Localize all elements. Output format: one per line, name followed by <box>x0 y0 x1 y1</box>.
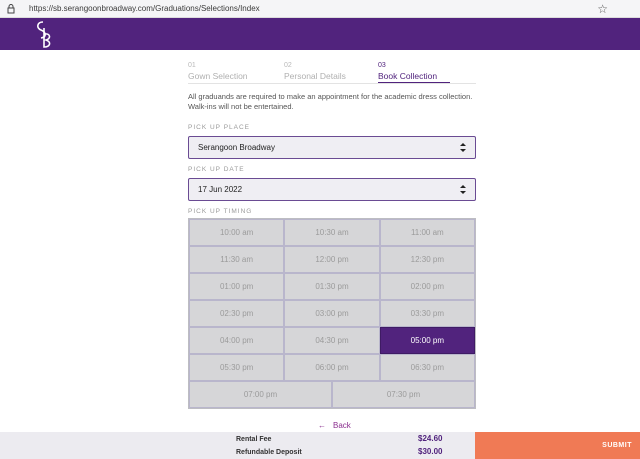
step-book-collection[interactable]: 03 Book Collection <box>378 62 450 84</box>
time-slot-0630pm[interactable]: 06:30 pm <box>379 354 475 381</box>
arrow-left-icon: ← <box>318 421 326 430</box>
pickup-place-label: PICK UP PLACE <box>188 124 251 131</box>
time-slot-1030am[interactable]: 10:30 am <box>284 219 380 246</box>
time-slot-1100am[interactable]: 11:00 am <box>379 219 475 246</box>
back-label: Back <box>333 421 351 430</box>
rental-fee-label: Rental Fee <box>236 436 272 443</box>
url-field[interactable]: https://sb.serangoonbroadway.com/Graduat… <box>29 4 260 13</box>
pickup-place-select[interactable]: Serangoon Broadway <box>188 136 476 159</box>
bookmark-star-icon[interactable]: ☆ <box>597 1 608 17</box>
step-number: 02 <box>284 62 292 69</box>
step-gown-selection[interactable]: 01 Gown Selection <box>188 62 278 84</box>
time-slot-0400pm[interactable]: 04:00 pm <box>189 327 285 354</box>
collection-notice: All graduands are required to make an ap… <box>188 92 473 111</box>
step-label: Book Collection <box>378 71 438 81</box>
time-slot-0500pm[interactable]: 05:00 pm <box>379 327 475 354</box>
time-slot-0600pm[interactable]: 06:00 pm <box>284 354 380 381</box>
time-slot-0130pm[interactable]: 01:30 pm <box>284 273 380 300</box>
select-caret-icon <box>460 143 466 152</box>
time-slot-0700pm[interactable]: 07:00 pm <box>189 381 332 408</box>
select-caret-icon <box>460 185 466 194</box>
time-slot-1000am[interactable]: 10:00 am <box>189 219 285 246</box>
time-slot-0330pm[interactable]: 03:30 pm <box>379 300 475 327</box>
submit-button[interactable]: SUBMIT <box>475 432 640 459</box>
pickup-timing-label: PICK UP TIMING <box>188 208 253 215</box>
step-number: 03 <box>378 62 386 69</box>
deposit-label: Refundable Deposit <box>236 449 302 456</box>
pickup-date-select[interactable]: 17 Jun 2022 <box>188 178 476 201</box>
time-slot-0200pm[interactable]: 02:00 pm <box>379 273 475 300</box>
time-slot-0430pm[interactable]: 04:30 pm <box>284 327 380 354</box>
time-slot-0100pm[interactable]: 01:00 pm <box>189 273 285 300</box>
pickup-date-label: PICK UP DATE <box>188 166 245 173</box>
time-slot-1130am[interactable]: 11:30 am <box>189 246 285 273</box>
site-header <box>0 18 640 50</box>
step-number: 01 <box>188 62 196 69</box>
pickup-timing-grid: 10:00 am 10:30 am 11:00 am 11:30 am 12:00 pm… <box>188 218 476 409</box>
step-label: Gown Selection <box>188 71 248 81</box>
deposit-value: $30.00 <box>418 447 443 456</box>
back-link[interactable]: ← Back <box>318 421 351 430</box>
time-slot-0230pm[interactable]: 02:30 pm <box>189 300 285 327</box>
lock-icon <box>3 1 19 17</box>
sb-logo[interactable] <box>32 20 54 50</box>
rental-fee-value: $24.60 <box>418 434 443 443</box>
time-slot-0530pm[interactable]: 05:30 pm <box>189 354 285 381</box>
progress-steps: 01 Gown Selection 02 Personal Details 03… <box>188 62 476 84</box>
browser-address-bar: https://sb.serangoonbroadway.com/Graduat… <box>0 0 640 18</box>
time-slot-1230pm[interactable]: 12:30 pm <box>379 246 475 273</box>
step-personal-details[interactable]: 02 Personal Details <box>284 62 372 84</box>
pickup-place-value: Serangoon Broadway <box>198 143 275 152</box>
pickup-date-value: 17 Jun 2022 <box>198 185 243 194</box>
steps-divider <box>188 83 476 84</box>
time-slot-1200pm[interactable]: 12:00 pm <box>284 246 380 273</box>
time-slot-0730pm[interactable]: 07:30 pm <box>332 381 475 408</box>
time-slot-0300pm[interactable]: 03:00 pm <box>284 300 380 327</box>
step-label: Personal Details <box>284 71 346 81</box>
